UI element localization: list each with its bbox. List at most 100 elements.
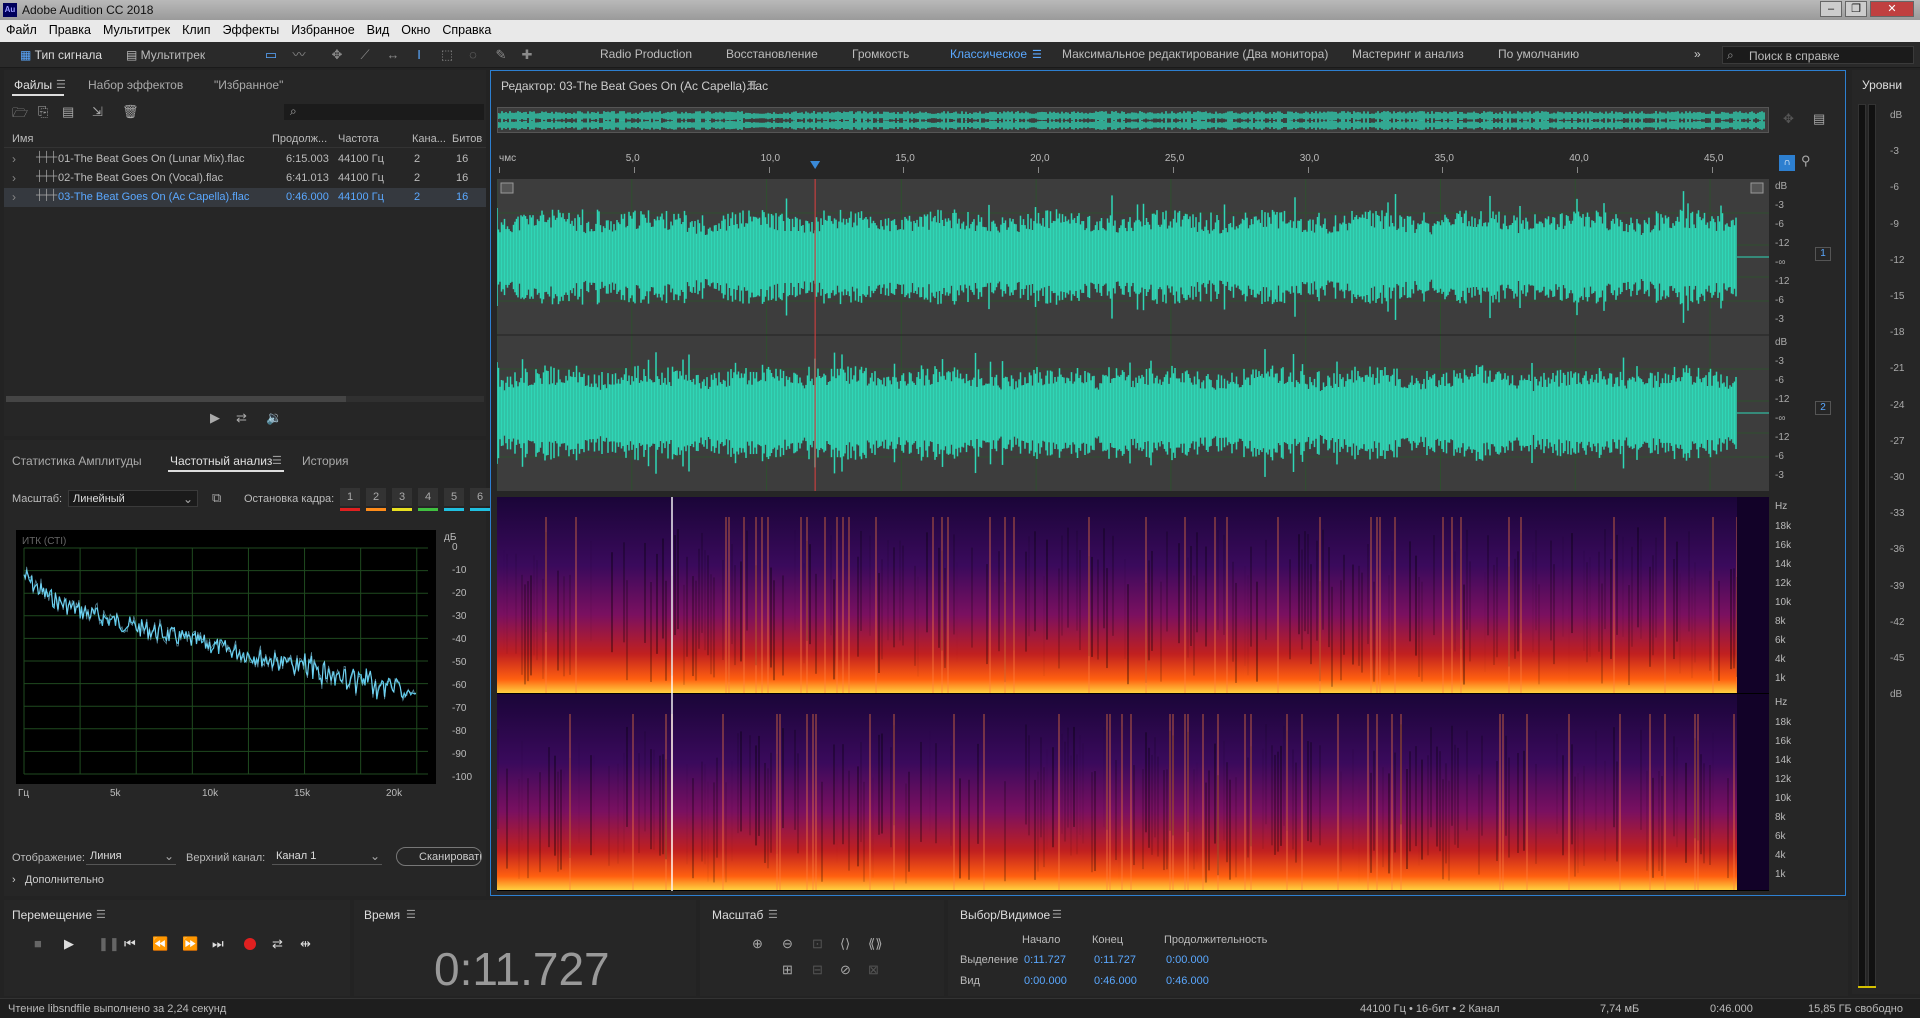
view-end-field[interactable]: 0:46.000	[1094, 975, 1137, 987]
time-menu-icon[interactable]: ☰	[406, 908, 416, 921]
file-row[interactable]: › ┼┼┼ 03-The Beat Goes On (Ac Capella).fla…	[4, 188, 486, 207]
channel-dropdown[interactable]: Канал 1 ⌄	[272, 848, 382, 865]
selection-end-field[interactable]: 0:11.727	[1094, 954, 1136, 966]
more-workspaces-icon[interactable]: »	[1694, 47, 1701, 61]
pause-icon[interactable]: ❚❚	[98, 936, 120, 952]
record-icon[interactable]	[244, 938, 256, 950]
menu-favorites[interactable]: Избранное	[285, 20, 360, 37]
scale-dropdown[interactable]: Линейный ⌄	[68, 490, 198, 507]
workspace-max-edit[interactable]: Максимальное редактирование (Два монитор…	[1062, 47, 1328, 61]
freeze-button-5[interactable]: 5	[444, 488, 464, 506]
selection-menu-icon[interactable]: ☰	[1052, 908, 1062, 921]
editor-menu-icon[interactable]: ☰	[747, 79, 757, 92]
menu-edit[interactable]: Правка	[43, 20, 97, 37]
transport-menu-icon[interactable]: ☰	[96, 908, 106, 921]
go-to-end-icon[interactable]: ⏭	[212, 936, 224, 952]
col-channels[interactable]: Кана...	[412, 133, 446, 145]
zoom-in-point-icon[interactable]: ⊡	[812, 936, 823, 952]
menu-view[interactable]: Вид	[361, 20, 396, 37]
panel-options-icon[interactable]: ▤	[1813, 111, 1825, 127]
tab-frequency-analysis[interactable]: Частотный анализ	[170, 454, 272, 468]
files-search-input[interactable]: ⌕	[284, 104, 484, 120]
zoom-right-icon[interactable]: ⊠	[868, 962, 879, 978]
scroll-thumb[interactable]	[6, 396, 346, 402]
col-duration[interactable]: Продолж...	[272, 133, 327, 145]
snapshot-icon[interactable]: ⧉	[212, 490, 221, 506]
files-menu-icon[interactable]: ☰	[56, 78, 66, 91]
display-dropdown[interactable]: Линия ⌄	[86, 848, 176, 865]
view-duration-field[interactable]: 0:46.000	[1166, 975, 1209, 987]
freeze-button-3[interactable]: 3	[392, 488, 412, 506]
brush-tool-icon[interactable]: ✎	[492, 46, 510, 64]
minimize-icon[interactable]: –	[1820, 1, 1842, 17]
chevron-right-icon[interactable]: ›	[12, 152, 16, 166]
zoom-left-icon[interactable]: ⊟	[812, 962, 823, 978]
tab-effects-rack[interactable]: Набор эффектов	[88, 78, 183, 92]
loop-playback-icon[interactable]: ⇄	[272, 936, 283, 952]
razor-tool-icon[interactable]: ⟋	[356, 46, 374, 64]
col-rate[interactable]: Частота	[338, 133, 379, 145]
insert-icon[interactable]: ⇲	[92, 104, 103, 120]
zoom-in-amplitude-icon[interactable]: ⊕	[752, 936, 763, 952]
zoom-selection-icon[interactable]: ⊞	[782, 962, 793, 978]
col-bits[interactable]: Битов	[452, 133, 482, 145]
spectral-view-icon[interactable]: ▭	[262, 46, 280, 64]
analysis-menu-icon[interactable]: ☰	[272, 454, 282, 467]
file-row[interactable]: › ┼┼┼ 02-The Beat Goes On (Vocal).flac 6:41…	[4, 169, 486, 188]
rewind-icon[interactable]: ⏪	[152, 936, 168, 952]
delete-icon[interactable]: 🗑	[122, 104, 139, 120]
workspace-loudness[interactable]: Громкость	[852, 47, 909, 61]
import-icon[interactable]: ⎘	[38, 104, 48, 120]
lasso-tool-icon[interactable]: ◌	[464, 46, 482, 64]
tab-files[interactable]: Файлы	[14, 78, 52, 92]
menu-window[interactable]: Окно	[395, 20, 436, 37]
tab-amplitude-stats[interactable]: Статистика Амплитуды	[12, 454, 142, 468]
freeze-button-6[interactable]: 6	[470, 488, 490, 506]
workspace-default[interactable]: По умолчанию	[1498, 47, 1579, 61]
chevron-right-icon[interactable]: ›	[12, 171, 16, 185]
zoom-menu-icon[interactable]: ☰	[768, 908, 778, 921]
files-scrollbar[interactable]	[6, 396, 484, 402]
stop-icon[interactable]: ■	[34, 936, 42, 951]
zoom-tool-icon[interactable]: ✥	[1783, 111, 1794, 127]
waveform-view-button[interactable]: ▦ Тип сигнала	[20, 45, 102, 65]
view-start-field[interactable]: 0:00.000	[1024, 975, 1067, 987]
freeze-button-4[interactable]: 4	[418, 488, 438, 506]
close-icon[interactable]: ✕	[1870, 1, 1914, 17]
menu-clip[interactable]: Клип	[176, 20, 216, 37]
channel-2-toggle[interactable]: 2	[1815, 401, 1831, 415]
slip-tool-icon[interactable]: ↔	[384, 46, 402, 64]
workspace-radio-production[interactable]: Radio Production	[600, 47, 692, 61]
time-selection-tool-icon[interactable]: I	[410, 46, 428, 64]
tab-history[interactable]: История	[302, 454, 349, 468]
overview-bar[interactable]	[497, 107, 1769, 133]
open-file-icon[interactable]: 🗁	[12, 104, 28, 126]
skip-selection-icon[interactable]: ⇹	[300, 936, 311, 952]
col-name[interactable]: Имя	[12, 133, 33, 145]
menu-file[interactable]: Файл	[0, 20, 43, 37]
freeze-button-2[interactable]: 2	[366, 488, 386, 506]
new-file-icon[interactable]: ▤	[62, 104, 74, 120]
workspace-mastering[interactable]: Мастеринг и анализ	[1352, 47, 1464, 61]
workspace-menu-icon[interactable]: ☰	[1032, 48, 1042, 61]
zoom-out-icon[interactable]: ⊘	[840, 962, 851, 978]
selection-start-field[interactable]: 0:11.727	[1024, 954, 1066, 966]
workspace-restoration[interactable]: Восстановление	[726, 47, 818, 61]
autoplay-icon[interactable]: 🔉	[266, 410, 282, 426]
time-ruler[interactable]: чмс 5,0 10,0 15,0 20,0 25,0 30,0 35,0 40,0 45,0	[497, 151, 1769, 173]
menu-help[interactable]: Справка	[436, 20, 497, 37]
menu-multitrack[interactable]: Мультитрек	[97, 20, 176, 37]
zoom-out-time-icon[interactable]: ⟪⟫	[868, 936, 882, 952]
scan-button[interactable]: Сканировать	[396, 847, 482, 866]
waveform-area[interactable]	[496, 179, 1769, 491]
go-to-start-icon[interactable]: ⏮	[124, 936, 136, 952]
snap-icon[interactable]: ∩	[1779, 155, 1795, 171]
spot-healing-icon[interactable]: ✚	[518, 46, 536, 64]
move-tool-icon[interactable]: ✥	[328, 46, 346, 64]
tab-favorites[interactable]: "Избранное"	[214, 78, 283, 92]
freeze-button-1[interactable]: 1	[340, 488, 360, 506]
play-icon[interactable]: ▶	[210, 410, 220, 426]
fast-forward-icon[interactable]: ⏩	[182, 936, 198, 952]
chevron-right-icon[interactable]: ›	[12, 190, 16, 204]
selection-duration-field[interactable]: 0:00.000	[1166, 954, 1209, 966]
